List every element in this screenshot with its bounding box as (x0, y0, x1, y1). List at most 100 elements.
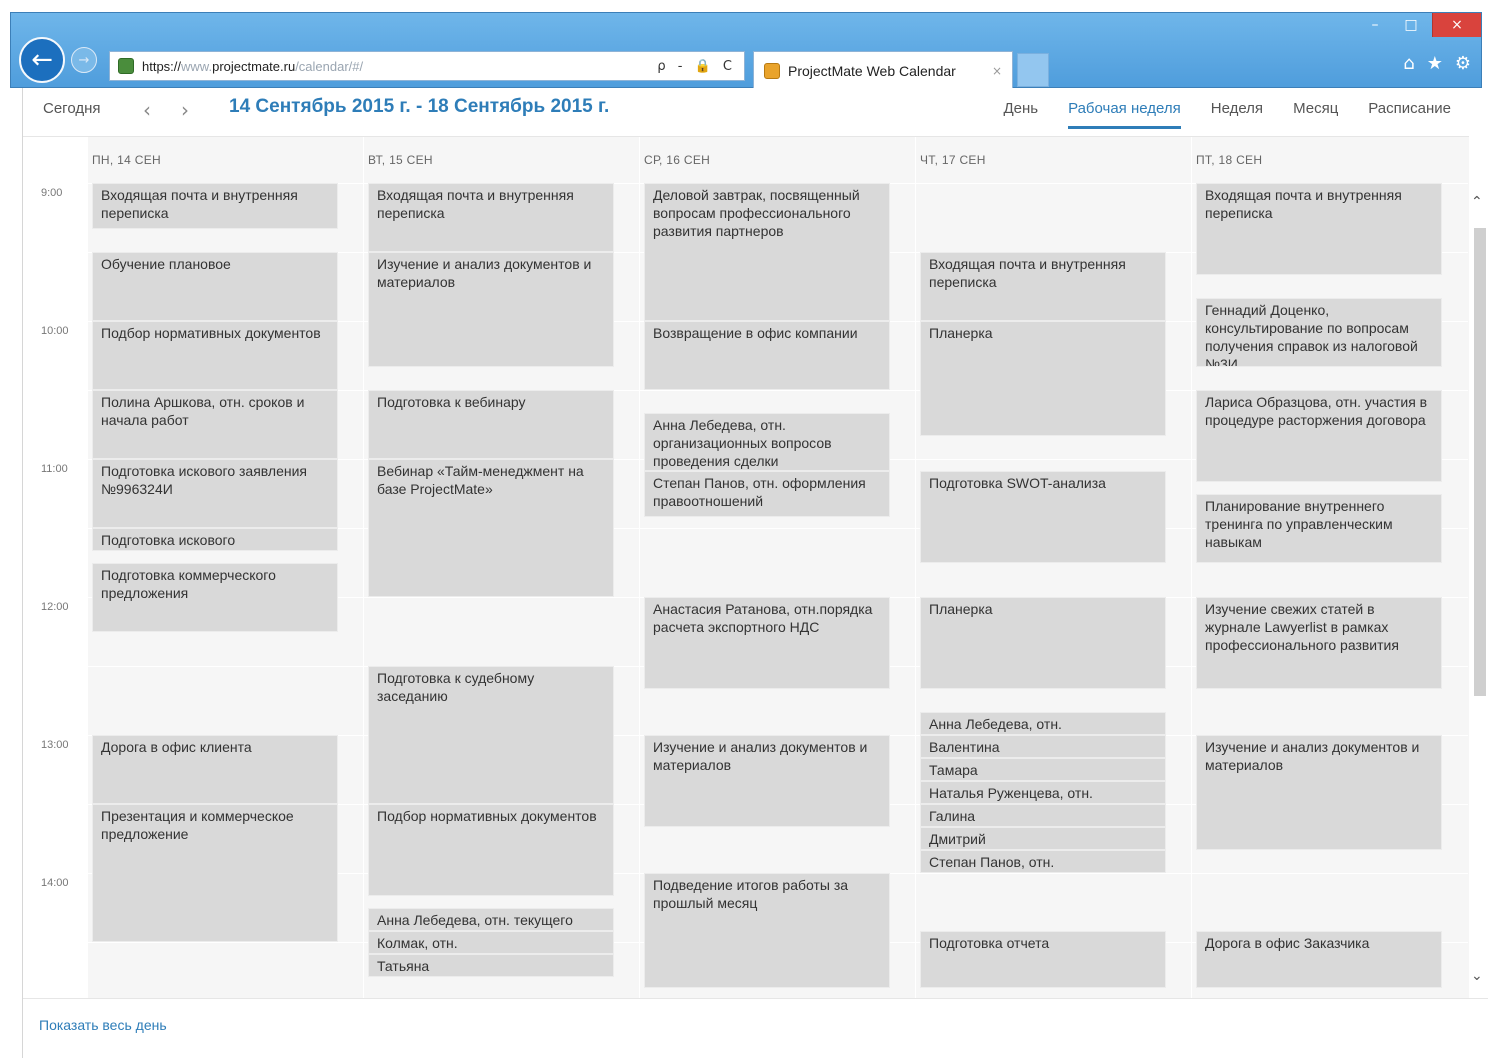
calendar-footer: Показать весь день (23, 998, 1488, 1059)
calendar-event[interactable]: Тамара (920, 758, 1166, 781)
next-period-icon[interactable]: › (181, 98, 189, 122)
calendar-event[interactable]: Степан Панов, отн. (920, 850, 1166, 873)
scrollbar-thumb[interactable] (1474, 228, 1486, 696)
grid-line (640, 390, 916, 391)
favorites-star-icon[interactable]: ★ (1427, 53, 1443, 74)
time-label: 14:00 (41, 877, 69, 889)
home-icon[interactable]: ⌂ (1403, 53, 1414, 74)
browser-tab[interactable]: ProjectMate Web Calendar × (753, 51, 1013, 89)
calendar-event[interactable]: Татьяна (368, 953, 614, 977)
view-tab-3[interactable]: Месяц (1293, 100, 1338, 127)
tab-favicon-icon (764, 62, 780, 79)
calendar-event[interactable]: Изучение свежих статей в журнале Lawyerl… (1196, 597, 1442, 689)
calendar-event[interactable]: Входящая почта и внутренняя переписка (368, 183, 614, 252)
day-column[interactable]: ПН, 14 СЕН Входящая почта и внутренняя пе… (87, 137, 364, 999)
calendar-event[interactable]: Обучение плановое (92, 252, 338, 321)
grid-line (88, 942, 364, 943)
calendar-event[interactable]: Подбор нормативных документов (368, 804, 614, 896)
page-favicon-icon (118, 58, 134, 74)
forward-button[interactable]: → (71, 47, 97, 73)
calendar-event[interactable]: Подготовка SWOT-анализа (920, 470, 1166, 563)
view-switcher: День Рабочая неделя Неделя Месяц Расписание (1003, 100, 1451, 129)
calendar-event[interactable]: Наталья Руженцева, отн. (920, 781, 1166, 804)
calendar-event[interactable]: Валентина (920, 735, 1166, 758)
arrow-left-icon: ← (31, 45, 53, 75)
day-column[interactable]: ПТ, 18 СЕН Входящая почта и внутренняя пе… (1191, 137, 1468, 999)
time-label: 12:00 (41, 601, 69, 613)
tab-close-icon[interactable]: × (992, 64, 1002, 78)
view-tab-1[interactable]: Рабочая неделя (1068, 100, 1181, 129)
grid-line (640, 528, 916, 529)
calendar-event[interactable]: Дмитрий (920, 827, 1166, 850)
calendar-event[interactable]: Входящая почта и внутренняя переписка (920, 252, 1166, 321)
calendar-event[interactable]: Подведение итогов работы за прошлый меся… (644, 873, 890, 988)
calendar-event[interactable]: Галина (920, 804, 1166, 827)
day-column[interactable]: СР, 16 СЕН Деловой завтрак, посвященный в… (639, 137, 916, 999)
prev-period-icon[interactable]: ‹ (143, 98, 151, 122)
url-host: projectmate.ru (212, 58, 296, 74)
calendar-event[interactable]: Планирование внутреннего тренинга по упр… (1196, 493, 1442, 563)
scroll-down-icon[interactable]: ⌄ (1471, 968, 1483, 984)
calendar-event[interactable]: Анна Лебедева, отн. текущего (368, 907, 614, 931)
calendar-event[interactable]: Планерка (920, 321, 1166, 436)
calendar-event[interactable]: Полина Аршкова, отн. сроков и начала раб… (92, 390, 338, 459)
time-column: 9:00 10:00 11:00 12:00 13:00 14:00 (23, 137, 87, 999)
url-path: /calendar/#/ (295, 58, 364, 74)
day-header: ЧТ, 17 СЕН (920, 153, 986, 167)
grid-line (916, 459, 1192, 460)
calendar-event[interactable]: Лариса Образцова, отн. участия в процеду… (1196, 390, 1442, 482)
calendar-event[interactable]: Анна Лебедева, отн. организационных вопр… (644, 413, 890, 471)
calendar-event[interactable]: Подготовка искового заявления №996324И (92, 459, 338, 528)
scroll-up-icon[interactable]: ⌃ (1471, 194, 1483, 210)
date-range-title: 14 Сентябрь 2015 г. - 18 Сентябрь 2015 г… (229, 96, 610, 117)
calendar-event[interactable]: Дорога в офис Заказчика (1196, 930, 1442, 988)
minimize-icon[interactable]: – (1357, 13, 1393, 37)
calendar-event[interactable]: Анастасия Ратанова, отн.порядка расчета … (644, 597, 890, 689)
day-column[interactable]: ЧТ, 17 СЕН Входящая почта и внутренняя пе… (915, 137, 1192, 999)
arrow-right-icon: → (78, 52, 90, 68)
calendar-event[interactable]: Изучение и анализ документов и материало… (368, 252, 614, 367)
calendar-event[interactable]: Деловой завтрак, посвященный вопросам пр… (644, 183, 890, 321)
calendar-event[interactable]: Входящая почта и внутренняя переписка (92, 183, 338, 229)
show-all-day-link[interactable]: Показать весь день (39, 1017, 167, 1033)
calendar-event[interactable]: Подготовка искового (92, 528, 338, 551)
tab-title: ProjectMate Web Calendar (788, 62, 956, 79)
day-header: ПТ, 18 СЕН (1196, 153, 1263, 167)
calendar-event[interactable]: Планерка (920, 597, 1166, 689)
maximize-icon[interactable]: □ (1393, 13, 1429, 37)
close-window-icon[interactable]: × (1432, 13, 1481, 37)
day-column[interactable]: ВТ, 15 СЕН Входящая почта и внутренняя пе… (363, 137, 640, 999)
vertical-scrollbar[interactable]: ⌃ ⌄ (1469, 136, 1488, 998)
calendar-event[interactable]: Подготовка коммерческого предложения (92, 562, 338, 632)
view-tab-0[interactable]: День (1003, 100, 1038, 127)
calendar-event[interactable]: Подбор нормативных документов (92, 321, 338, 390)
grid-line (916, 873, 1192, 874)
address-tools[interactable]: ρ - 🔒 C (657, 59, 736, 74)
calendar-event[interactable]: Изучение и анализ документов и материало… (1196, 735, 1442, 850)
calendar-event[interactable]: Изучение и анализ документов и материало… (644, 735, 890, 827)
url-subdomain: www. (181, 58, 213, 74)
today-button[interactable]: Сегодня (43, 100, 101, 117)
calendar-event[interactable]: Презентация и коммерческое предложение (92, 804, 338, 942)
calendar-event[interactable]: Геннадий Доценко, консультирование по во… (1196, 298, 1442, 367)
calendar-event[interactable]: Подготовка отчета (920, 930, 1166, 988)
calendar-event[interactable]: Подготовка к вебинару (368, 390, 614, 459)
back-button[interactable]: ← (19, 37, 65, 83)
view-tab-4[interactable]: Расписание (1368, 100, 1451, 127)
settings-gear-icon[interactable]: ⚙ (1455, 53, 1471, 74)
calendar-event[interactable]: Колмак, отн. (368, 930, 614, 954)
day-header: ПН, 14 СЕН (92, 153, 161, 167)
calendar-event[interactable]: Анна Лебедева, отн. (920, 712, 1166, 735)
calendar-event[interactable]: Степан Панов, отн. оформления правоотнош… (644, 470, 890, 517)
calendar-event[interactable]: Возвращение в офис компании (644, 321, 890, 390)
address-bar[interactable]: https:// www. projectmate.ru /calendar/#… (109, 51, 745, 81)
calendar-event[interactable]: Входящая почта и внутренняя переписка (1196, 183, 1442, 275)
time-label: 11:00 (41, 463, 68, 475)
calendar-event[interactable]: Дорога в офис клиента (92, 735, 338, 804)
new-tab-button[interactable] (1017, 53, 1049, 87)
grid-line (364, 597, 640, 598)
day-header: СР, 16 СЕН (644, 153, 711, 167)
view-tab-2[interactable]: Неделя (1211, 100, 1263, 127)
calendar-event[interactable]: Подготовка к судебному заседанию (368, 666, 614, 804)
calendar-event[interactable]: Вебинар «Тайм-менеджмент на базе Project… (368, 459, 614, 597)
